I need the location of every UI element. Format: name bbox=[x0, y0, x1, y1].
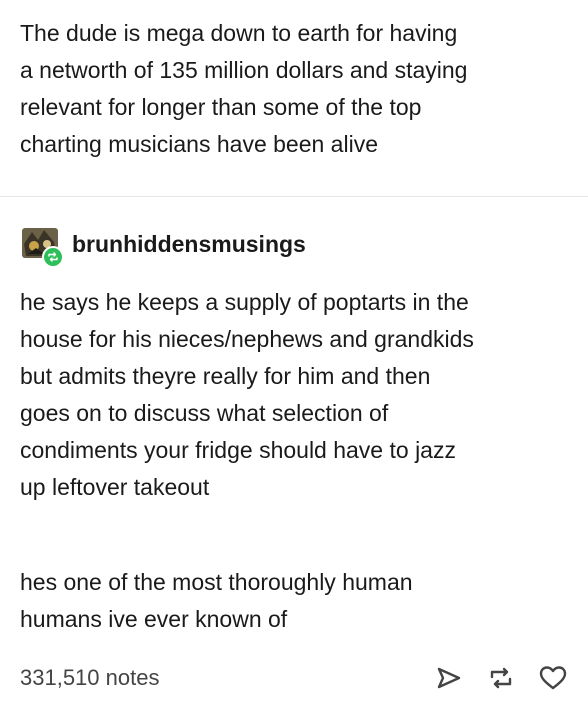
like-button[interactable] bbox=[538, 663, 568, 693]
reblog-icon bbox=[490, 667, 512, 689]
post-footer: 331,510 notes bbox=[20, 660, 568, 696]
post-divider bbox=[0, 196, 588, 197]
post-actions bbox=[434, 663, 568, 693]
avatar[interactable] bbox=[20, 224, 64, 268]
reblog-text-paragraph: he says he keeps a supply of poptarts in… bbox=[20, 289, 474, 500]
reblog-badge-icon bbox=[42, 246, 64, 268]
share-icon bbox=[437, 667, 461, 689]
reblog-header: brunhiddensmusings bbox=[20, 224, 306, 268]
reblog-username[interactable]: brunhiddensmusings bbox=[72, 231, 306, 258]
like-icon bbox=[539, 666, 567, 690]
reblog-text-paragraph: hes one of the most thoroughly human hum… bbox=[20, 569, 413, 632]
notes-count[interactable]: 331,510 notes bbox=[20, 665, 159, 691]
reblog-button[interactable] bbox=[486, 663, 516, 693]
share-button[interactable] bbox=[434, 663, 464, 693]
original-post-text: The dude is mega down to earth for havin… bbox=[20, 20, 468, 157]
